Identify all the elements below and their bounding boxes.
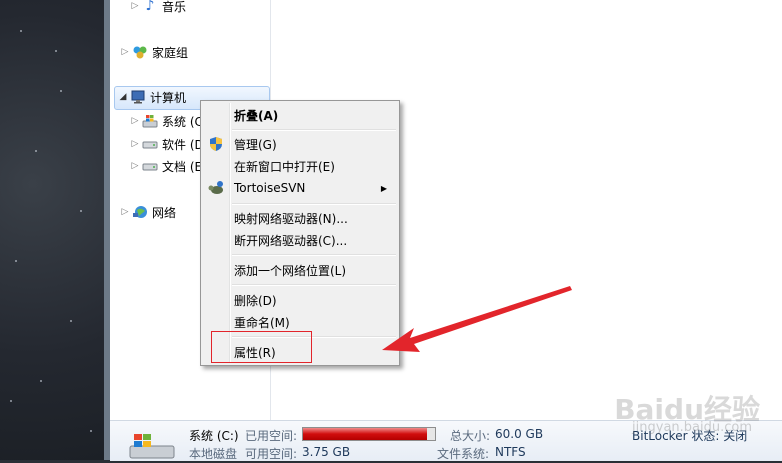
expand-icon[interactable]: ▷: [130, 161, 140, 171]
tree-item-drive-e[interactable]: ▷ 文档 (E: [130, 156, 203, 176]
free-space-label: 可用空间:: [245, 447, 298, 461]
homegroup-icon: [132, 44, 148, 60]
expand-icon[interactable]: ▷: [130, 116, 140, 126]
menu-item-label: 重命名(M): [234, 315, 290, 330]
watermark-url: jingyan.baidu.com: [632, 420, 752, 435]
total-size-label: 总大小:: [450, 429, 491, 443]
menu-item-label: 折叠(A): [234, 108, 279, 123]
free-space-value: 3.75 GB: [302, 445, 351, 459]
menu-item-label: 添加一个网络位置(L): [234, 263, 347, 278]
tortoise-icon: [207, 179, 225, 197]
drive-type: 本地磁盘: [189, 447, 238, 461]
drive-windows-icon: [128, 432, 176, 463]
tree-item-label: 音乐: [162, 0, 187, 14]
menu-item-manage[interactable]: 管理(G): [203, 133, 397, 155]
shield-icon: [207, 135, 225, 153]
highlight-box: [211, 331, 312, 363]
drive-name: 系统 (C:): [189, 429, 239, 443]
menu-item-label: 在新窗口中打开(E): [234, 159, 335, 174]
menu-item-open-new-window[interactable]: 在新窗口中打开(E): [203, 155, 397, 177]
used-space-fill: [303, 428, 428, 440]
computer-icon: [130, 89, 146, 105]
menu-item-disconnect-network-drive[interactable]: 断开网络驱动器(C)...: [203, 229, 397, 251]
file-system-label: 文件系统:: [437, 447, 490, 461]
tree-item-homegroup[interactable]: ▷ 家庭组: [120, 42, 188, 62]
tree-item-drive-c[interactable]: ▷ 系统 (C: [130, 111, 203, 131]
expand-icon[interactable]: ▷: [130, 139, 140, 149]
expand-icon[interactable]: ▷: [120, 207, 130, 217]
menu-item-rename[interactable]: 重命名(M): [203, 311, 397, 333]
drive-icon: [142, 158, 158, 174]
menu-item-delete[interactable]: 删除(D): [203, 289, 397, 311]
expand-icon[interactable]: ▷: [130, 1, 140, 11]
menu-separator: [232, 129, 396, 131]
menu-separator: [232, 254, 396, 256]
tree-item-label: 网络: [152, 205, 177, 220]
menu-item-label: 删除(D): [234, 293, 277, 308]
menu-item-label: 断开网络驱动器(C)...: [234, 233, 348, 248]
music-icon: ♪: [145, 0, 155, 14]
collapse-icon[interactable]: ◢: [118, 92, 128, 102]
tree-item-music[interactable]: ▷ ♪ 音乐: [130, 0, 186, 16]
used-space-bar: [302, 427, 436, 441]
tree-item-label: 计算机: [150, 90, 187, 105]
file-system-value: NTFS: [495, 445, 526, 459]
used-space-label: 已用空间:: [245, 429, 298, 443]
menu-item-label: 映射网络驱动器(N)...: [234, 211, 348, 226]
menu-item-tortoisesvn[interactable]: TortoiseSVN ▶: [203, 177, 397, 199]
tree-item-label: 家庭组: [152, 45, 189, 60]
menu-item-label: TortoiseSVN: [234, 181, 306, 195]
network-icon: [132, 204, 148, 220]
tree-item-label: 文档 (E: [162, 159, 203, 174]
total-size-value: 60.0 GB: [495, 427, 544, 441]
menu-item-map-network-drive[interactable]: 映射网络驱动器(N)...: [203, 207, 397, 229]
menu-item-collapse[interactable]: 折叠(A): [203, 104, 397, 126]
drive-windows-icon: [142, 113, 158, 129]
tree-item-network[interactable]: ▷ 网络: [120, 202, 176, 222]
expand-icon[interactable]: ▷: [120, 47, 130, 57]
desktop-background: [0, 0, 108, 460]
tree-item-drive-d[interactable]: ▷ 软件 (D: [130, 134, 204, 154]
menu-item-label: 管理(G): [234, 137, 277, 152]
menu-item-add-network-location[interactable]: 添加一个网络位置(L): [203, 259, 397, 281]
drive-icon: [142, 136, 158, 152]
submenu-arrow-icon: ▶: [380, 183, 387, 193]
tree-item-computer[interactable]: ◢ 计算机: [118, 87, 186, 107]
annotation-arrow-icon: [382, 286, 572, 352]
menu-separator: [232, 203, 396, 205]
tree-item-label: 系统 (C: [162, 114, 203, 129]
tree-item-label: 软件 (D: [162, 137, 204, 152]
